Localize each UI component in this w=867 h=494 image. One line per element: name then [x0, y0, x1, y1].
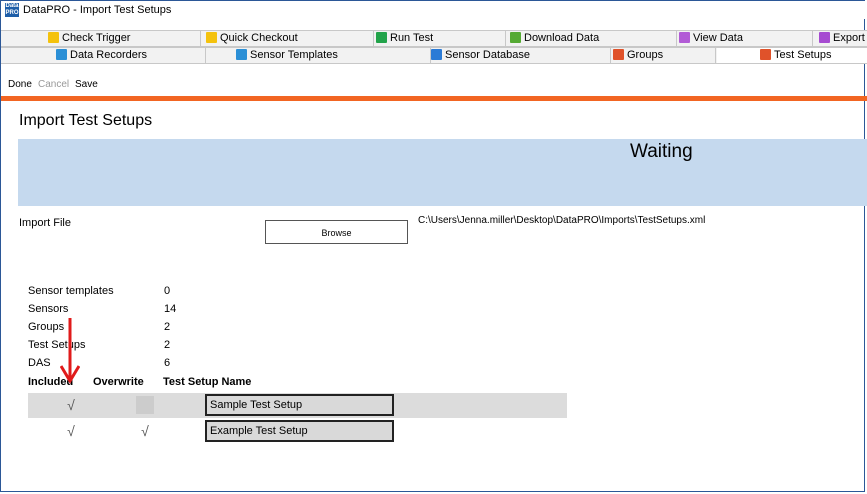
- count-value: 2: [164, 339, 171, 351]
- count-label: Sensor templates: [28, 285, 114, 297]
- page-title: Import Test Setups: [19, 112, 153, 129]
- tab-check-trigger[interactable]: Check Trigger: [48, 31, 201, 46]
- tab-label: Groups: [627, 49, 664, 61]
- count-label: Sensors: [28, 303, 69, 315]
- status-text: Waiting: [630, 141, 693, 162]
- tab-label: Check Trigger: [62, 32, 131, 44]
- sensor-database-icon: [431, 49, 442, 60]
- red-arrow-annotation: [60, 318, 80, 384]
- run-test-icon: [376, 32, 387, 43]
- column-header-overwrite: Overwrite: [93, 376, 144, 388]
- tab-groups[interactable]: Groups: [613, 48, 716, 63]
- export-icon: [819, 32, 830, 43]
- test-setups-icon: [760, 49, 771, 60]
- count-label: DAS: [28, 357, 51, 369]
- toolbar: Done Cancel Save: [1, 74, 867, 94]
- overwrite-checkbox[interactable]: [136, 396, 154, 414]
- datapro-app-icon: Data PRO: [5, 3, 19, 17]
- tab-sensor-templates[interactable]: Sensor Templates: [236, 48, 431, 63]
- tab-data-recorders[interactable]: Data Recorders: [56, 48, 206, 63]
- tab-quick-checkout[interactable]: Quick Checkout: [206, 31, 374, 46]
- count-value: 14: [164, 303, 177, 315]
- import-file-path: C:\Users\Jenna.miller\Desktop\DataPRO\Im…: [418, 215, 706, 226]
- tab-label: Download Data: [524, 32, 600, 44]
- tab-label: Run Test: [390, 32, 434, 44]
- tab-label: Quick Checkout: [220, 32, 298, 44]
- browse-button[interactable]: Browse: [265, 220, 408, 244]
- sensor-templates-icon: [236, 49, 247, 60]
- tab-label: Test Setups: [774, 49, 832, 61]
- tab-download-data[interactable]: Download Data: [510, 31, 677, 46]
- data-recorders-icon: [56, 49, 67, 60]
- save-button[interactable]: Save: [75, 79, 98, 90]
- window-title: DataPRO - Import Test Setups: [23, 4, 172, 16]
- quick-checkout-icon: [206, 32, 217, 43]
- count-label: Groups: [28, 321, 65, 333]
- tab-row-secondary: Data Recorders Sensor Templates Sensor D…: [1, 47, 867, 64]
- view-data-icon: [679, 32, 690, 43]
- tab-label: Data Recorders: [70, 49, 148, 61]
- tab-sensor-database[interactable]: Sensor Database: [431, 48, 611, 63]
- count-value: 2: [164, 321, 171, 333]
- tab-label: Sensor Templates: [250, 49, 338, 61]
- accent-divider: [1, 96, 867, 101]
- cancel-button[interactable]: Cancel: [38, 79, 69, 90]
- test-setup-name-field[interactable]: Example Test Setup: [205, 420, 394, 442]
- tab-export[interactable]: Export: [819, 31, 867, 46]
- groups-icon: [613, 49, 624, 60]
- download-data-icon: [510, 32, 521, 43]
- tab-view-data[interactable]: View Data: [679, 31, 813, 46]
- title-bar: Data PRO DataPRO - Import Test Setups: [1, 1, 865, 19]
- tab-label: Export: [833, 32, 865, 44]
- test-setup-name-field[interactable]: Sample Test Setup: [205, 394, 394, 416]
- done-button[interactable]: Done: [8, 79, 32, 90]
- count-value: 0: [164, 285, 171, 297]
- tab-run-test[interactable]: Run Test: [376, 31, 506, 46]
- check-trigger-icon: [48, 32, 59, 43]
- tab-label: View Data: [693, 32, 743, 44]
- count-value: 6: [164, 357, 171, 369]
- tab-test-setups[interactable]: Test Setups: [717, 48, 867, 63]
- included-checkbox[interactable]: √: [62, 396, 80, 414]
- import-file-label: Import File: [19, 217, 71, 229]
- included-checkbox[interactable]: √: [62, 422, 80, 440]
- tab-label: Sensor Database: [445, 49, 530, 61]
- status-banner: Waiting: [18, 139, 867, 206]
- tab-row-primary: Check Trigger Quick Checkout Run Test Do…: [1, 30, 867, 47]
- overwrite-checkbox[interactable]: √: [136, 422, 154, 440]
- column-header-test-setup-name: Test Setup Name: [163, 376, 252, 388]
